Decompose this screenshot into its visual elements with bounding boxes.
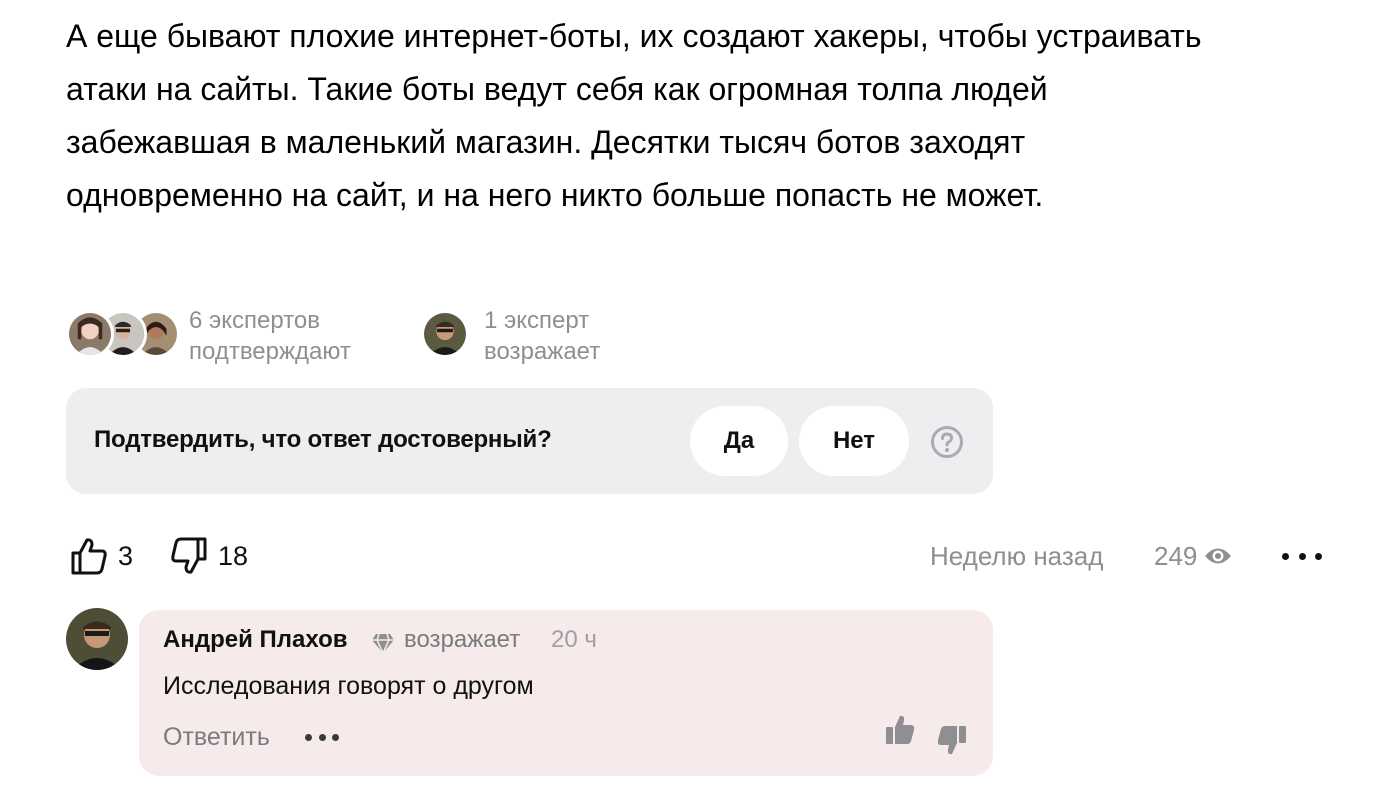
reply-button[interactable]: Ответить bbox=[163, 723, 270, 752]
comment-card: Андрей Плахов возражает 20 ч Исследовани… bbox=[139, 610, 993, 776]
answer-line: атаки на сайты. Такие боты ведут себя ка… bbox=[66, 71, 1048, 107]
views-counter: 249 bbox=[1154, 530, 1233, 582]
more-icon[interactable] bbox=[1282, 542, 1322, 570]
like-button[interactable]: 3 bbox=[70, 530, 133, 582]
eye-icon bbox=[1205, 548, 1232, 564]
experts-object-count: 1 эксперт bbox=[484, 307, 590, 334]
comment-author-name[interactable]: Андрей Плахов bbox=[163, 626, 348, 654]
no-button[interactable]: Нет bbox=[799, 406, 909, 476]
confirm-question: Подтвердить, что ответ достоверный? bbox=[94, 426, 552, 453]
comment-thumbs-up-icon[interactable] bbox=[885, 714, 915, 751]
comment-text: Исследования говорят о другом bbox=[163, 672, 534, 700]
comment-thumbs-down-icon[interactable] bbox=[937, 724, 967, 761]
dislike-button[interactable]: 18 bbox=[170, 530, 248, 582]
expert-avatar bbox=[421, 310, 469, 358]
expert-avatar bbox=[66, 310, 114, 358]
likes-count: 3 bbox=[118, 540, 134, 571]
experts-confirm-label: подтверждают bbox=[189, 338, 351, 365]
experts-confirm-count: 6 экспертов bbox=[189, 307, 321, 334]
thumbs-up-icon bbox=[71, 538, 107, 575]
question-circle-icon[interactable] bbox=[930, 425, 964, 459]
confirm-answer-box: Подтвердить, что ответ достоверный? Да Н… bbox=[66, 388, 993, 494]
answer-actions: 3 18 Неделю назад 249 bbox=[66, 530, 1332, 582]
answer-line: забежавшая в маленький магазин. Десятки … bbox=[66, 124, 1026, 160]
experts-confirm[interactable]: 6 экспертов подтверждают bbox=[66, 305, 396, 365]
dislikes-count: 18 bbox=[218, 540, 249, 571]
comment-author-avatar[interactable] bbox=[66, 608, 128, 670]
answer-line: одновременно на сайт, и на него никто бо… bbox=[66, 177, 1044, 213]
thumbs-down-icon bbox=[171, 537, 207, 574]
experts-object[interactable]: 1 эксперт возражает bbox=[421, 305, 641, 365]
answer-line: А еще бывают плохие интернет-боты, их со… bbox=[66, 18, 1202, 54]
answer-text: А еще бывают плохие интернет-боты, их со… bbox=[66, 10, 1326, 222]
comment-more-icon[interactable] bbox=[305, 734, 339, 742]
views-count: 249 bbox=[1154, 540, 1198, 571]
diamond-icon bbox=[371, 632, 395, 655]
comment-time: 20 ч bbox=[551, 626, 597, 653]
answer-time: Неделю назад bbox=[930, 541, 1104, 571]
yes-button[interactable]: Да bbox=[690, 406, 788, 476]
comment-status: возражает bbox=[404, 626, 521, 653]
experts-object-label: возражает bbox=[484, 338, 601, 365]
